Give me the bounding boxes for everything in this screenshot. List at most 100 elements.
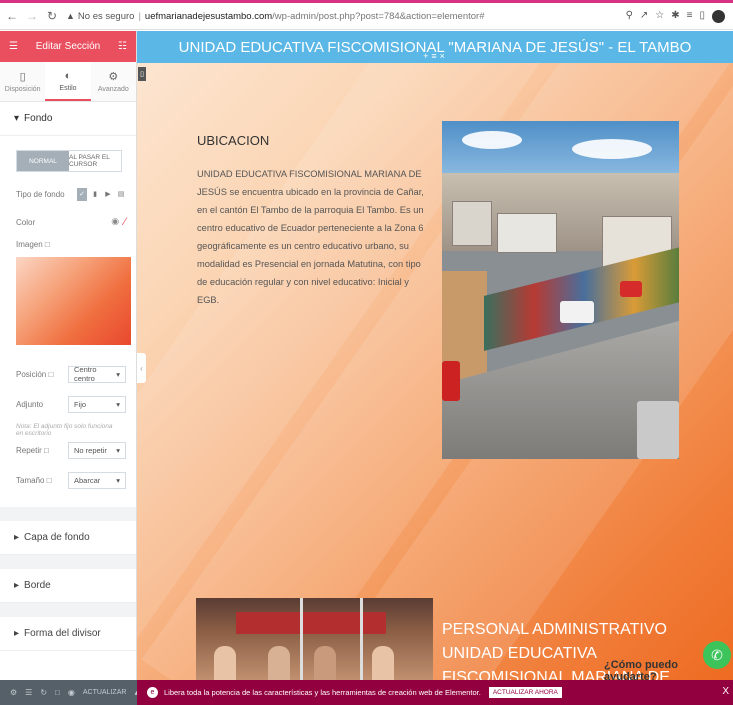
brush-icon[interactable]: ✓ bbox=[77, 187, 87, 201]
repeat-select[interactable]: No repetir ▾ bbox=[68, 441, 126, 459]
section-fondo[interactable]: ▾ Fondo bbox=[0, 102, 136, 136]
extensions-icon[interactable]: ✱ bbox=[671, 10, 679, 23]
control-label: Color bbox=[16, 217, 36, 227]
photo-person bbox=[314, 646, 336, 680]
reading-list-icon[interactable]: ≡ bbox=[687, 10, 693, 23]
close-icon[interactable]: × bbox=[440, 51, 445, 61]
tab-label: Estilo bbox=[59, 84, 77, 92]
tab-disposicion[interactable]: ▯ Disposición bbox=[0, 62, 45, 101]
state-normal[interactable]: NORMAL bbox=[17, 151, 69, 171]
slideshow-icon[interactable]: ▤ bbox=[116, 188, 126, 201]
security-label: No es seguro bbox=[77, 10, 135, 22]
photo-car bbox=[620, 281, 642, 297]
photo-cloud bbox=[572, 139, 652, 159]
section-divider bbox=[0, 507, 136, 521]
photo-car bbox=[560, 301, 594, 323]
drag-icon[interactable]: ≡ bbox=[431, 51, 436, 61]
section-handle[interactable]: + ≡ × bbox=[419, 49, 449, 63]
control-label: Repetir □ bbox=[16, 445, 49, 455]
responsive-icon[interactable]: □ bbox=[55, 688, 60, 697]
attachment-note: Nota: El adjunto fijo solo funciona en e… bbox=[16, 423, 113, 437]
panel-tabs: ▯ Disposición ◐ Estilo ⚙ Avanzado bbox=[0, 62, 136, 102]
promo-bar: e Libera toda la potencia de las caracte… bbox=[137, 680, 733, 705]
layers-icon[interactable]: ☰ bbox=[25, 688, 32, 697]
promo-text: Libera toda la potencia de las caracterí… bbox=[164, 688, 481, 697]
chevron-down-icon: ▾ bbox=[116, 445, 120, 455]
panel-toggle-icon[interactable]: ▯ bbox=[138, 67, 146, 81]
photo-person bbox=[268, 646, 290, 680]
promo-cta-button[interactable]: ACTUALIZAR AHORA bbox=[488, 687, 562, 698]
control-label: Imagen bbox=[16, 240, 43, 249]
caret-down-icon: ▾ bbox=[14, 113, 20, 124]
layout-icon: ▯ bbox=[19, 71, 26, 83]
section-label: Borde bbox=[24, 580, 51, 591]
url-path: /wp-admin/post.php?post=784&action=eleme… bbox=[272, 10, 485, 22]
tab-estilo[interactable]: ◐ Estilo bbox=[45, 62, 91, 101]
elementor-panel: ☰ Editar Sección ☷ ▯ Disposición ◐ Estil… bbox=[0, 31, 137, 680]
section-label: Capa de fondo bbox=[24, 532, 90, 543]
caret-right-icon: ▸ bbox=[14, 628, 20, 639]
chevron-down-icon: ▾ bbox=[116, 399, 120, 409]
forward-icon[interactable]: → bbox=[24, 9, 40, 23]
editor-canvas: UNIDAD EDUCATIVA FISCOMISIONAL "MARIANA … bbox=[137, 31, 733, 680]
section-borde[interactable]: ▸ Borde bbox=[0, 569, 136, 603]
state-hover[interactable]: AL PASAR EL CURSOR bbox=[69, 151, 121, 171]
size-control: Tamaño □ Abarcar ▾ bbox=[0, 465, 136, 495]
caret-right-icon: ▸ bbox=[14, 580, 20, 591]
desktop-icon[interactable]: □ bbox=[45, 240, 50, 249]
staff-photo[interactable] bbox=[196, 598, 433, 680]
ubicacion-heading[interactable]: UBICACION bbox=[197, 133, 269, 148]
background-type-buttons: ✓ ▮ ▶ ▤ bbox=[77, 187, 126, 201]
back-icon[interactable]: ← bbox=[4, 9, 20, 23]
photo-cloud bbox=[462, 131, 522, 149]
section-divisor[interactable]: ▸ Forma del divisor bbox=[0, 617, 136, 651]
photo-car bbox=[442, 361, 460, 401]
control-label: Tamaño □ bbox=[16, 475, 52, 485]
star-icon[interactable]: ☆ bbox=[655, 10, 664, 23]
update-button[interactable]: ACTUALIZAR bbox=[83, 689, 127, 696]
sidepanel-icon[interactable]: ▯ bbox=[699, 10, 705, 23]
section-label: Fondo bbox=[24, 113, 53, 124]
preview-icon[interactable]: ◉ bbox=[68, 688, 75, 697]
position-control: Posición □ Centro centro ▾ bbox=[0, 359, 136, 389]
address-bar[interactable]: ▲ No es seguro | uefmarianadejesustambo.… bbox=[66, 6, 626, 26]
settings-icon[interactable]: ⚙ bbox=[10, 688, 17, 697]
control-label: Posición □ bbox=[16, 369, 54, 379]
zoom-icon[interactable]: ⚲ bbox=[626, 10, 633, 23]
share-icon[interactable]: ↗ bbox=[640, 10, 648, 23]
plus-icon[interactable]: + bbox=[423, 51, 428, 61]
position-select[interactable]: Centro centro ▾ bbox=[68, 365, 126, 383]
attachment-select[interactable]: Fijo ▾ bbox=[68, 395, 126, 413]
url-host: uefmarianadejesustambo.com bbox=[144, 10, 273, 22]
photo-car bbox=[637, 401, 679, 459]
close-icon[interactable]: X bbox=[722, 686, 729, 697]
browser-actions: ⚲ ↗ ☆ ✱ ≡ ▯ bbox=[626, 9, 725, 23]
chevron-down-icon: ▾ bbox=[116, 475, 120, 485]
photo-building bbox=[452, 201, 492, 246]
globe-icon[interactable]: ◉ bbox=[111, 216, 119, 228]
whatsapp-icon[interactable]: ✆ bbox=[703, 641, 731, 669]
photo-banner bbox=[236, 612, 386, 634]
panel-footer: ⚙ ☰ ↻ □ ◉ ACTUALIZAR ▴ bbox=[0, 680, 138, 705]
control-label: Adjunto bbox=[16, 399, 44, 409]
color-picker: ◉ ∕ bbox=[111, 216, 126, 228]
tab-label: Avanzado bbox=[97, 86, 129, 93]
history-icon[interactable]: ↻ bbox=[40, 688, 47, 697]
ubicacion-text[interactable]: UNIDAD EDUCATIVA FISCOMISIONAL MARIANA D… bbox=[197, 165, 429, 309]
image-preview[interactable] bbox=[16, 257, 131, 345]
tab-avanzado[interactable]: ⚙ Avanzado bbox=[91, 62, 136, 101]
no-color-icon[interactable]: ∕ bbox=[124, 216, 126, 228]
reload-icon[interactable]: ↻ bbox=[44, 9, 60, 23]
section-capa[interactable]: ▸ Capa de fondo bbox=[0, 521, 136, 555]
grid-icon[interactable]: ☷ bbox=[118, 41, 127, 52]
profile-avatar[interactable] bbox=[712, 9, 725, 23]
photo-person bbox=[214, 646, 236, 680]
street-photo[interactable] bbox=[442, 121, 679, 459]
menu-icon[interactable]: ☰ bbox=[9, 41, 18, 52]
video-icon[interactable]: ▶ bbox=[103, 188, 113, 201]
color-control: Color ◉ ∕ bbox=[0, 208, 136, 236]
gradient-icon[interactable]: ▮ bbox=[90, 188, 100, 201]
photo-person bbox=[372, 646, 394, 680]
size-select[interactable]: Abarcar ▾ bbox=[68, 471, 126, 489]
collapse-panel-icon[interactable]: ‹ bbox=[137, 353, 146, 383]
